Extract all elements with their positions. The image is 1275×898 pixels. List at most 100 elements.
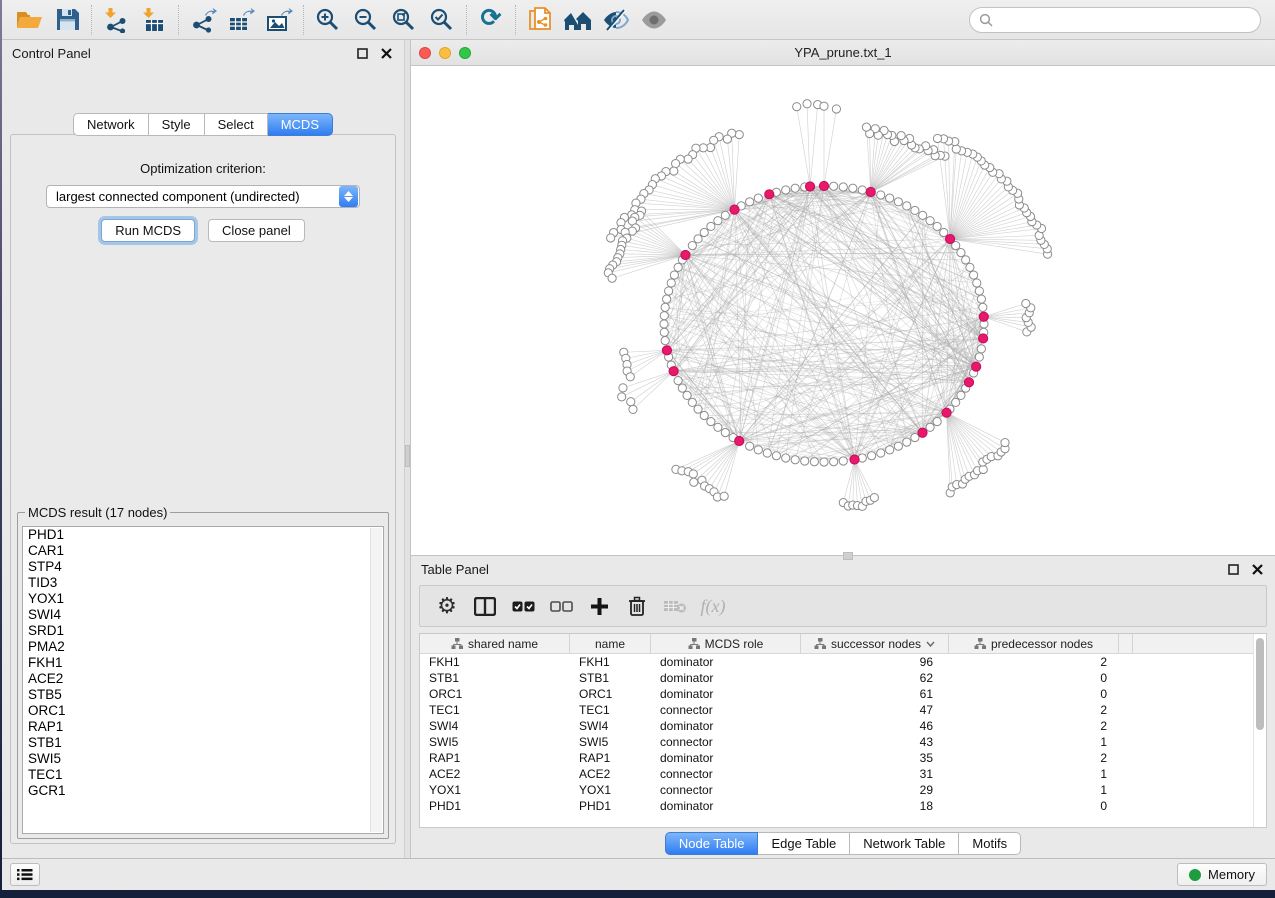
graph-node[interactable] xyxy=(607,234,615,242)
graph-node[interactable] xyxy=(684,155,692,163)
table-row[interactable]: RAP1RAP1dominator352 xyxy=(420,750,1266,766)
close-panel-button[interactable]: Close panel xyxy=(208,219,305,242)
mcds-result-item[interactable]: PHD1 xyxy=(23,527,383,543)
deselect-all-icon[interactable] xyxy=(544,589,578,623)
mcds-list-scrollbar[interactable] xyxy=(370,528,382,832)
graph-node[interactable] xyxy=(858,186,866,194)
table-row[interactable]: FKH1FKH1dominator962 xyxy=(420,654,1266,670)
graph-node[interactable] xyxy=(754,446,762,454)
table-settings-icon[interactable]: ⚙ xyxy=(430,589,464,623)
graph-node[interactable] xyxy=(877,449,885,457)
graph-node[interactable] xyxy=(660,320,668,328)
tab-network-table[interactable]: Network Table xyxy=(850,832,959,855)
tab-motifs[interactable]: Motifs xyxy=(959,832,1021,855)
graph-node[interactable] xyxy=(608,274,616,282)
graph-node[interactable] xyxy=(886,446,894,454)
graph-node[interactable] xyxy=(894,442,902,450)
graph-node[interactable] xyxy=(674,377,682,385)
mcds-result-item[interactable]: YOX1 xyxy=(23,591,383,607)
tab-select[interactable]: Select xyxy=(205,113,268,136)
graph-node[interactable] xyxy=(689,470,697,478)
graph-node-selected[interactable] xyxy=(979,312,988,321)
graph-node[interactable] xyxy=(1022,299,1030,307)
graph-node-selected[interactable] xyxy=(945,234,954,243)
graph-node[interactable] xyxy=(688,398,696,406)
table-row[interactable]: ORC1ORC1dominator610 xyxy=(420,686,1266,702)
graph-node[interactable] xyxy=(746,198,754,206)
graph-node[interactable] xyxy=(868,452,876,460)
graph-node[interactable] xyxy=(782,186,790,194)
graph-node[interactable] xyxy=(707,417,715,425)
graph-node[interactable] xyxy=(894,198,902,206)
graph-node-selected[interactable] xyxy=(765,190,774,199)
tab-node-table[interactable]: Node Table xyxy=(665,832,759,855)
export-image-icon[interactable] xyxy=(260,3,298,37)
graph-node[interactable] xyxy=(801,457,809,465)
mcds-result-item[interactable]: PMA2 xyxy=(23,639,383,655)
graph-node-selected[interactable] xyxy=(918,428,927,437)
zoom-selected-icon[interactable] xyxy=(423,3,461,37)
table-scrollbar-thumb[interactable] xyxy=(1256,638,1264,730)
graph-node[interactable] xyxy=(670,271,678,279)
graph-node[interactable] xyxy=(903,202,911,210)
float-panel-icon[interactable] xyxy=(354,45,370,61)
graph-node[interactable] xyxy=(977,295,985,303)
graph-node[interactable] xyxy=(667,279,675,287)
graph-node[interactable] xyxy=(832,105,840,113)
table-row[interactable]: PHD1PHD1dominator180 xyxy=(420,798,1266,814)
mcds-result-item[interactable]: TID3 xyxy=(23,575,383,591)
graph-node[interactable] xyxy=(870,493,878,501)
mcds-result-item[interactable]: CAR1 xyxy=(23,543,383,559)
network-canvas[interactable] xyxy=(411,66,1275,555)
mcds-result-item[interactable]: ACE2 xyxy=(23,671,383,687)
graph-node[interactable] xyxy=(979,465,987,473)
search-input[interactable] xyxy=(999,11,1251,28)
graph-node[interactable] xyxy=(933,222,941,230)
table-row[interactable]: SWI5SWI5connector431 xyxy=(420,734,1266,750)
column-selector-icon[interactable] xyxy=(468,589,502,623)
network-graph[interactable] xyxy=(411,66,1275,555)
graph-node[interactable] xyxy=(933,417,941,425)
table-row[interactable]: TEC1TEC1connector472 xyxy=(420,702,1266,718)
criterion-dropdown[interactable]: largest connected component (undirected) xyxy=(46,185,360,208)
graph-node[interactable] xyxy=(911,433,919,441)
graph-node[interactable] xyxy=(754,194,762,202)
graph-node[interactable] xyxy=(618,393,626,401)
column-header-successor-nodes[interactable]: successor nodes xyxy=(801,634,949,653)
minimize-window-icon[interactable] xyxy=(439,47,451,59)
graph-node[interactable] xyxy=(627,398,635,406)
column-header-mcds-role[interactable]: MCDS role xyxy=(651,634,801,653)
zoom-in-icon[interactable] xyxy=(309,3,347,37)
mcds-result-item[interactable]: ORC1 xyxy=(23,703,383,719)
graph-node[interactable] xyxy=(926,217,934,225)
graph-node[interactable] xyxy=(678,384,686,392)
mcds-result-item[interactable]: RAP1 xyxy=(23,719,383,735)
graph-node-selected[interactable] xyxy=(972,362,981,371)
graph-node[interactable] xyxy=(962,256,970,264)
import-network-icon[interactable] xyxy=(97,3,135,37)
graph-node-selected[interactable] xyxy=(866,187,875,196)
graph-node[interactable] xyxy=(663,295,671,303)
mcds-result-item[interactable]: SWI5 xyxy=(23,751,383,767)
graph-node[interactable] xyxy=(957,391,965,399)
graph-node[interactable] xyxy=(897,132,905,140)
graph-node[interactable] xyxy=(849,184,857,192)
zoom-fit-icon[interactable] xyxy=(385,3,423,37)
graph-node[interactable] xyxy=(707,222,715,230)
mcds-result-item[interactable]: STB1 xyxy=(23,735,383,751)
tab-edge-table[interactable]: Edge Table xyxy=(758,832,850,855)
table-row[interactable]: YOX1YOX1connector291 xyxy=(420,782,1266,798)
graph-node[interactable] xyxy=(619,384,627,392)
mcds-result-item[interactable]: SRD1 xyxy=(23,623,383,639)
graph-node[interactable] xyxy=(957,249,965,257)
graph-node[interactable] xyxy=(830,458,838,466)
delete-column-icon[interactable] xyxy=(620,589,654,623)
graph-node[interactable] xyxy=(660,312,668,320)
graph-node[interactable] xyxy=(720,492,728,500)
export-table-icon[interactable] xyxy=(222,3,260,37)
graph-node[interactable] xyxy=(674,263,682,271)
select-all-icon[interactable] xyxy=(506,589,540,623)
graph-node[interactable] xyxy=(694,405,702,413)
graph-node[interactable] xyxy=(979,303,987,311)
tab-network[interactable]: Network xyxy=(73,113,149,136)
